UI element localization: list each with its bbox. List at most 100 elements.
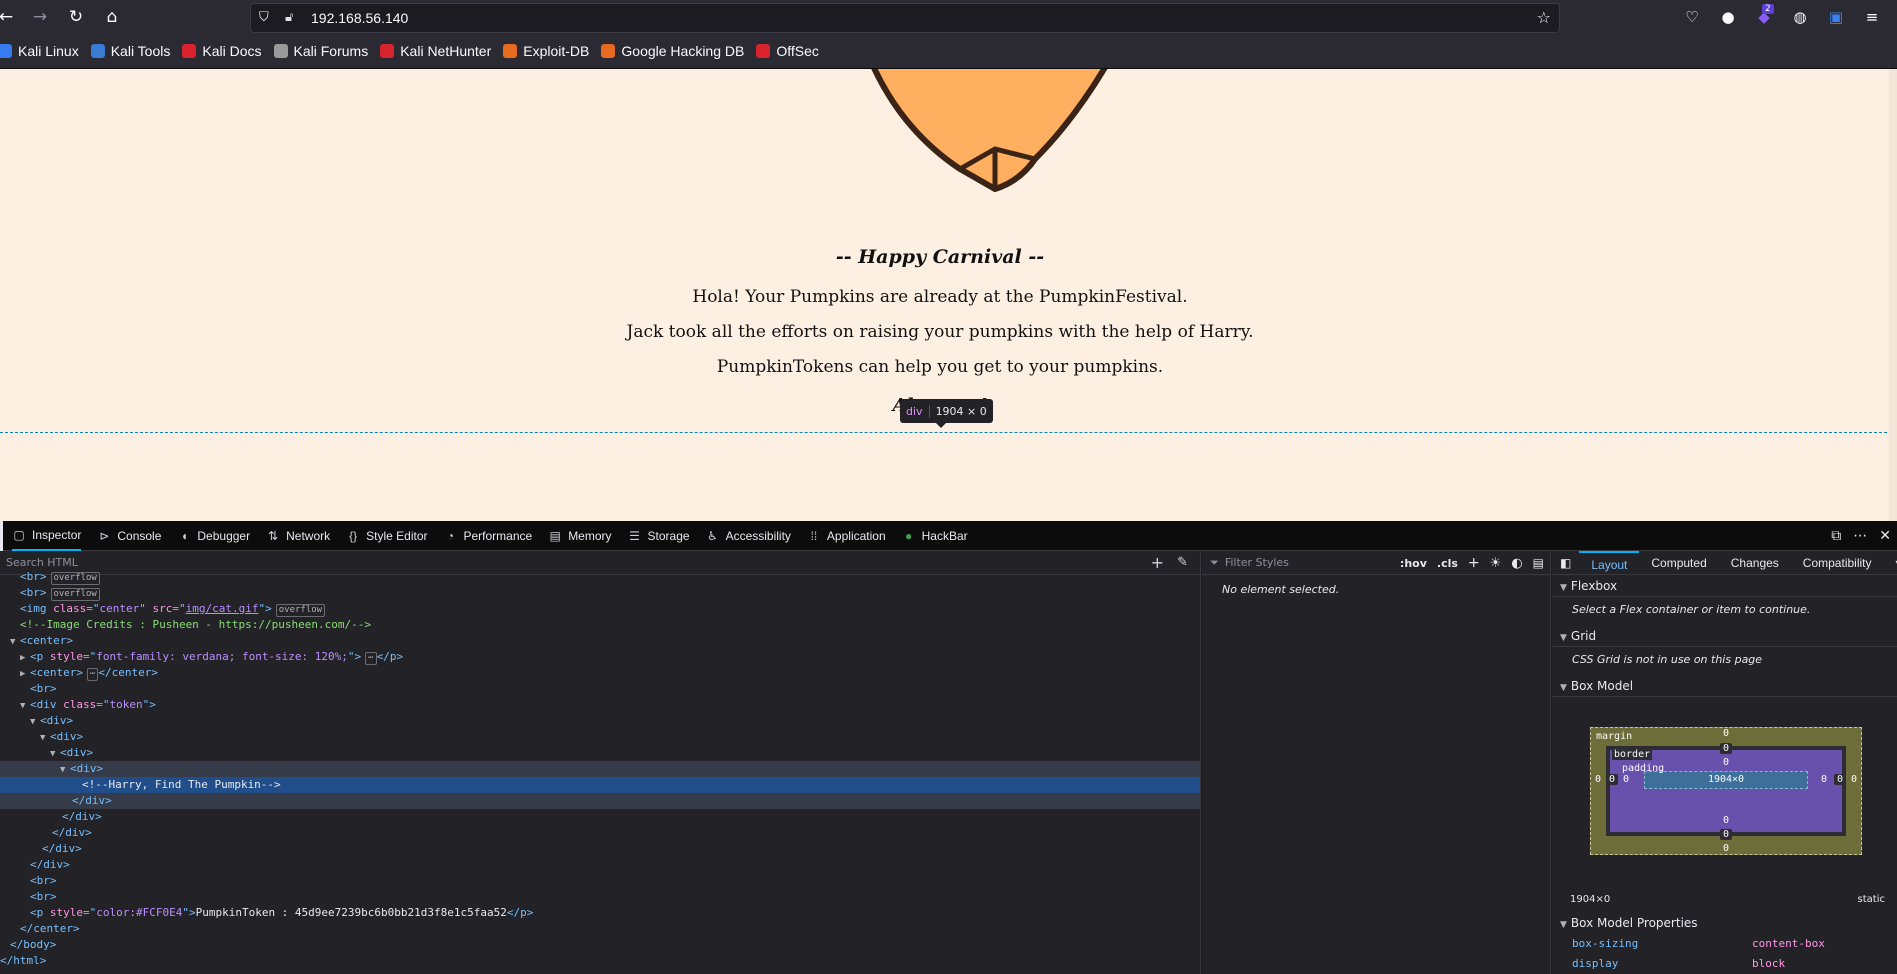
dark-mode-icon[interactable]: ◐: [1511, 556, 1522, 571]
margin-top-value[interactable]: 0: [1720, 728, 1732, 739]
markup-p-verdana[interactable]: ▶ <p style="font-family: verdana; font-si…: [0, 649, 1200, 665]
margin-left-value[interactable]: 0: [1592, 774, 1604, 785]
devtools-menu-icon[interactable]: ⋯: [1853, 528, 1867, 544]
markup-div-token-close[interactable]: </div>: [0, 857, 1200, 873]
bookmark-item[interactable]: Kali Forums: [273, 43, 368, 59]
markup-div-3[interactable]: ▼ <div>: [0, 745, 1200, 761]
overflow-badge[interactable]: overflow: [50, 588, 100, 601]
markup-inner-center[interactable]: ▶ <center> ⋯ </center>: [0, 665, 1200, 681]
border-left-value[interactable]: 0: [1606, 774, 1618, 785]
markup-html-close[interactable]: </html>: [0, 953, 1200, 969]
markup-img[interactable]: <img class="center" src="img/cat.gif"> ov…: [0, 601, 1200, 617]
tab-hackbar[interactable]: ● HackBar: [902, 521, 968, 551]
overflow-badge[interactable]: overflow: [275, 604, 326, 617]
tab-network[interactable]: ⇅ Network: [266, 521, 330, 551]
add-rule-icon[interactable]: +: [1468, 555, 1480, 571]
padding-bottom-value[interactable]: 0: [1720, 815, 1732, 826]
sidebar-tab-layout[interactable]: Layout: [1579, 550, 1640, 575]
tab-label: Application: [826, 528, 886, 543]
reload-icon[interactable]: ↻: [64, 5, 88, 29]
tab-debugger[interactable]: ◖ Debugger: [177, 521, 250, 551]
sidebar-tabs-overflow-icon[interactable]: ▾: [1884, 551, 1897, 575]
markup-br-3[interactable]: <br>: [0, 681, 1200, 697]
markup-div-1[interactable]: ▼ <div>: [0, 713, 1200, 729]
grid-section-header[interactable]: ▼ Grid: [1552, 625, 1897, 647]
sidebar-tab-computed[interactable]: Computed: [1639, 551, 1718, 575]
markup-div-3-close[interactable]: </div>: [0, 809, 1200, 825]
margin-bottom-value[interactable]: 0: [1720, 843, 1732, 854]
box-model-properties-header[interactable]: ▼ Box Model Properties: [1552, 912, 1897, 934]
insecure-lock-icon[interactable]: 🔓︎: [285, 10, 293, 25]
bookmark-item[interactable]: Kali Tools: [90, 43, 170, 59]
markup-center[interactable]: ▼ <center>: [0, 633, 1200, 649]
padding-top-value[interactable]: 0: [1720, 757, 1732, 768]
markup-br-5[interactable]: <br>: [0, 889, 1200, 905]
padding-left-value[interactable]: 0: [1620, 774, 1632, 785]
overflow-badge[interactable]: overflow: [50, 572, 100, 585]
markup-br-4[interactable]: <br>: [0, 873, 1200, 889]
bookmark-item[interactable]: Kali NetHunter: [380, 43, 491, 59]
tab-label: Storage: [647, 528, 690, 543]
markup-div-2-close[interactable]: </div>: [0, 825, 1200, 841]
markup-br-2[interactable]: <br> overflow: [0, 585, 1200, 601]
markup-p-token[interactable]: <p style="color:#FCF0E4">PumpkinToken : …: [0, 905, 1200, 921]
tab-performance[interactable]: ◔ Performance: [443, 521, 532, 551]
markup-div-4-close[interactable]: </div>: [0, 793, 1200, 809]
toggle-sidebar-icon[interactable]: ◧: [1552, 551, 1579, 575]
url-bar[interactable]: ⛉ 🔓︎ 192.168.56.140 ☆: [250, 3, 1560, 33]
img-src-link[interactable]: img/cat.gif: [186, 602, 259, 615]
close-icon[interactable]: ✕: [1879, 528, 1891, 544]
bookmark-star-icon[interactable]: ☆: [1537, 8, 1551, 27]
devtools-tabbar: ▢ Inspector ⊳ Console ◖ Debugger ⇅ Network {} Sty…: [0, 520, 1897, 551]
markup-div-1-close[interactable]: </div>: [0, 841, 1200, 857]
tab-storage[interactable]: ☰ Storage: [628, 521, 690, 551]
bookmark-item[interactable]: Exploit-DB: [503, 43, 589, 59]
pocket-icon[interactable]: ♡: [1682, 7, 1702, 27]
border-top-value[interactable]: 0: [1720, 743, 1732, 754]
tab-memory[interactable]: ▤ Memory: [548, 521, 612, 551]
menu-hamburger-icon[interactable]: ≡: [1862, 7, 1882, 27]
bookmark-item[interactable]: OffSec: [756, 43, 819, 59]
bookmark-item[interactable]: Kali Linux: [0, 43, 79, 59]
tab-console[interactable]: ⊳ Console: [97, 521, 161, 551]
page-scrollbar[interactable]: [1889, 69, 1897, 521]
dock-icon[interactable]: ⧉: [1831, 528, 1841, 544]
filter-styles-input[interactable]: ⏷ Filter Styles :hov .cls + ☀ ◐ ▤: [1202, 551, 1550, 575]
extension-icon[interactable]: ◍: [1790, 7, 1810, 27]
flexbox-section-header[interactable]: ▼ Flexbox: [1552, 575, 1897, 597]
url-text[interactable]: 192.168.56.140: [311, 10, 408, 26]
border-right-value[interactable]: 0: [1834, 774, 1846, 785]
tab-inspector[interactable]: ▢ Inspector: [12, 521, 82, 551]
pick-element-icon[interactable]: [0, 520, 4, 551]
box-model-section-header[interactable]: ▼ Box Model: [1552, 675, 1897, 697]
sidebar-tab-compatibility[interactable]: Compatibility: [1791, 551, 1884, 575]
hov-toggle[interactable]: :hov: [1400, 557, 1427, 570]
light-mode-icon[interactable]: ☀: [1490, 556, 1502, 571]
extension-circle-icon[interactable]: ●: [1718, 7, 1738, 27]
forward-arrow-icon[interactable]: →: [28, 5, 52, 29]
bookmark-item[interactable]: Kali Docs: [182, 43, 262, 59]
tab-style-editor[interactable]: {} Style Editor: [346, 521, 427, 551]
border-bottom-value[interactable]: 0: [1720, 829, 1732, 840]
print-media-icon[interactable]: ▤: [1533, 556, 1544, 570]
bookmark-item[interactable]: Google Hacking DB: [601, 43, 744, 59]
markup-harry-comment[interactable]: <!--Harry, Find The Pumpkin-->: [0, 777, 1200, 793]
zap-extension-icon[interactable]: ▣: [1826, 7, 1846, 27]
markup-credits-comment[interactable]: <!--Image Credits : Pusheen - https://pu…: [0, 617, 1200, 633]
shield-icon[interactable]: ⛉: [259, 10, 273, 26]
home-icon[interactable]: ⌂: [100, 5, 124, 29]
markup-br-1[interactable]: <br> overflow: [0, 569, 1200, 585]
cls-toggle[interactable]: .cls: [1437, 557, 1458, 570]
back-arrow-icon[interactable]: ←: [0, 5, 18, 29]
markup-center-close[interactable]: </center>: [0, 921, 1200, 937]
tab-application[interactable]: ⁞⁞ Application: [807, 521, 886, 551]
margin-right-value[interactable]: 0: [1848, 774, 1860, 785]
eyedropper-icon[interactable]: ✎: [1177, 555, 1188, 570]
tab-accessibility[interactable]: ♿︎ Accessibility: [706, 521, 791, 551]
sidebar-tab-changes[interactable]: Changes: [1719, 551, 1791, 575]
padding-right-value[interactable]: 0: [1818, 774, 1830, 785]
markup-div-token[interactable]: ▼ <div class="token">: [0, 697, 1200, 713]
markup-div-2[interactable]: ▼ <div>: [0, 729, 1200, 745]
markup-body-close[interactable]: </body>: [0, 937, 1200, 953]
markup-div-4[interactable]: ▼ <div>: [0, 761, 1200, 777]
